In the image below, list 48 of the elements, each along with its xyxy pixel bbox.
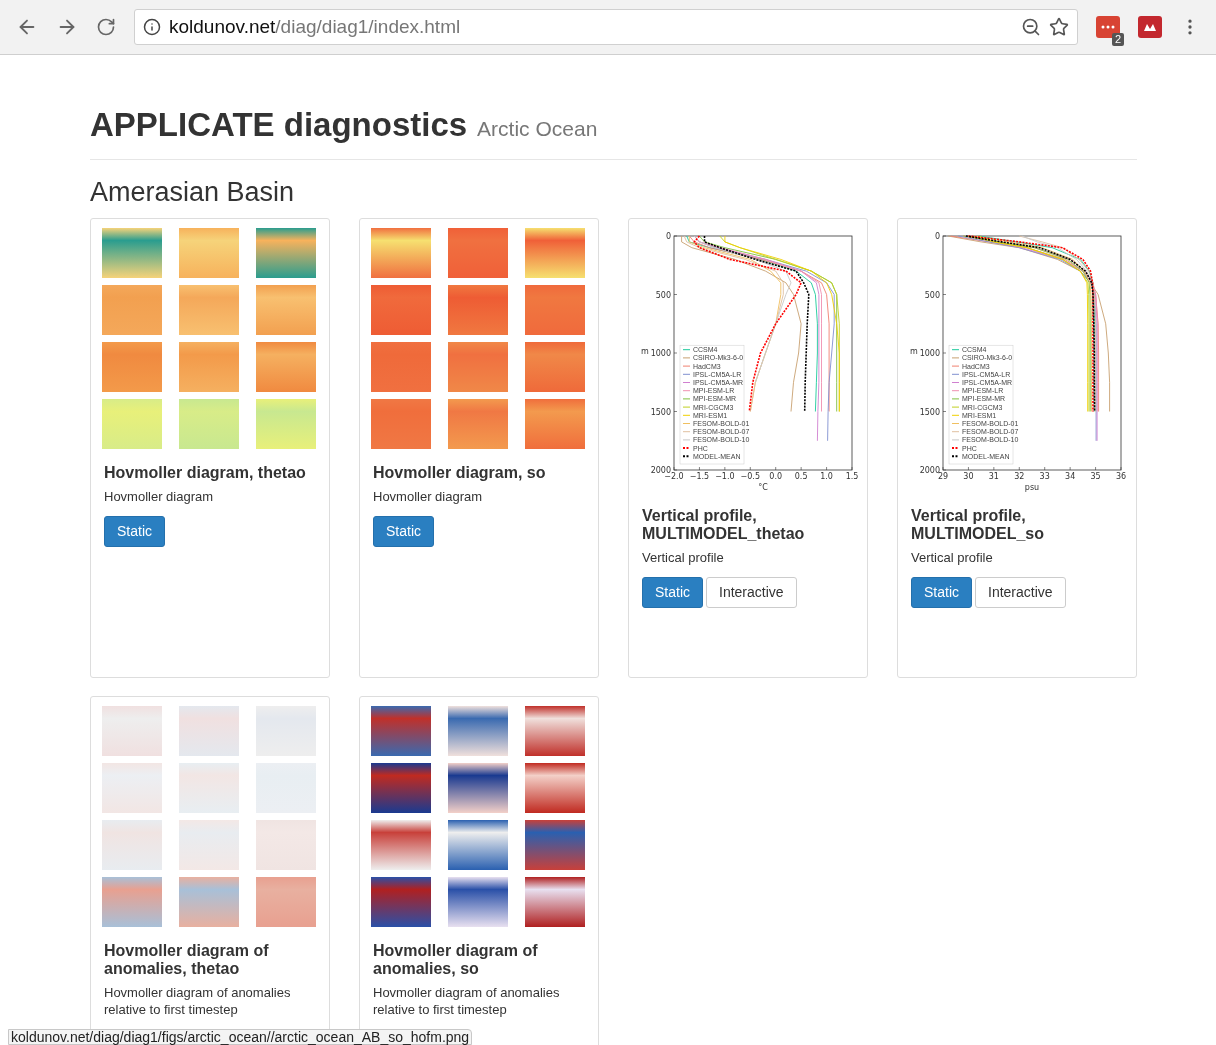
tick-label: −1.5 bbox=[689, 472, 710, 481]
tick-label: 0.0 bbox=[769, 472, 783, 481]
status-bar: koldunov.net/diag/diag1/figs/arctic_ocean//arctic_ocean_AB_so_hofm.png bbox=[8, 1029, 473, 1045]
axis-label: °C bbox=[758, 483, 768, 492]
section-title: Amerasian Basin bbox=[90, 176, 296, 209]
tick-label: 0 bbox=[665, 232, 671, 241]
card-description: Hovmoller diagram of anomalies relative to first timestep bbox=[373, 984, 561, 1018]
card-description: Hovmoller diagram of anomalies relative to first timestep bbox=[104, 984, 292, 1018]
tick-label: 1500 bbox=[650, 407, 671, 417]
tick-label: −2.0 bbox=[664, 472, 684, 481]
card-description: Vertical profile bbox=[911, 549, 994, 566]
page-title: APPLICATE diagnostics bbox=[90, 105, 468, 145]
card-title: Vertical profile, MULTIMODEL_thetao bbox=[642, 507, 806, 543]
tick-label: 35 bbox=[1090, 472, 1101, 481]
tick-label: 500 bbox=[924, 290, 940, 300]
tick-label: 0 bbox=[934, 232, 940, 241]
tick-label: −1.0 bbox=[715, 472, 735, 481]
card-title: Hovmoller diagram of anomalies, thetao bbox=[104, 942, 270, 978]
tick-label: 31 bbox=[988, 472, 999, 481]
card-title: Hovmoller diagram of anomalies, so bbox=[373, 942, 539, 978]
card-description: Hovmoller diagram bbox=[373, 488, 484, 505]
card-description: Hovmoller diagram bbox=[104, 488, 215, 505]
page-subtitle: Arctic Ocean bbox=[477, 116, 598, 142]
tick-label: 2000 bbox=[650, 466, 671, 475]
axis-label: m bbox=[641, 347, 649, 356]
tick-label: 30 bbox=[963, 472, 974, 481]
tick-label: 29 bbox=[937, 472, 949, 481]
card-title: Hovmoller diagram, so bbox=[373, 464, 547, 482]
axis-label: psu bbox=[1024, 483, 1040, 492]
card-title: Hovmoller diagram, thetao bbox=[104, 464, 307, 482]
tick-label: 500 bbox=[655, 290, 671, 300]
card-description: Vertical profile bbox=[642, 549, 725, 566]
tick-label: 1000 bbox=[919, 349, 940, 358]
tick-label: 34 bbox=[1065, 472, 1076, 481]
axis-label: m bbox=[910, 347, 918, 356]
tick-label: 36 bbox=[1115, 472, 1127, 481]
url-text: koldunov.net/diag/diag1/index.html bbox=[169, 14, 461, 39]
tick-label: 1000 bbox=[650, 349, 671, 358]
tick-label: −0.5 bbox=[740, 472, 760, 481]
tick-label: 33 bbox=[1039, 472, 1050, 481]
tick-label: 2000 bbox=[919, 466, 940, 475]
tick-label: 1.0 bbox=[820, 472, 833, 481]
tick-label: 32 bbox=[1014, 472, 1025, 481]
tick-label: 1500 bbox=[919, 407, 940, 417]
card-title: Vertical profile, MULTIMODEL_so bbox=[911, 507, 1046, 543]
tick-label: 1.5 bbox=[845, 472, 859, 481]
tick-label: 0.5 bbox=[794, 472, 808, 481]
badge: 2 bbox=[1111, 33, 1124, 46]
